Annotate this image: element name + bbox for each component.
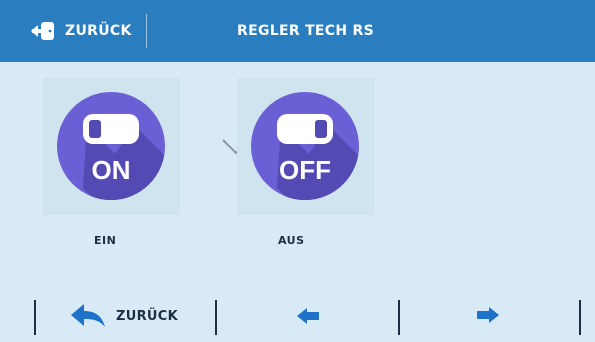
header-bar: ZURÜCK REGLER TECH RS: [0, 0, 595, 62]
footer-divider: [34, 300, 36, 335]
header-back-button[interactable]: ZURÜCK: [30, 0, 132, 62]
return-arrow-icon: [71, 304, 105, 327]
switch-on-icon[interactable]: ON: [43, 78, 180, 215]
header-back-label: ZURÜCK: [65, 23, 132, 39]
option-off-label: AUS: [278, 234, 305, 247]
option-off-tile[interactable]: OFF: [237, 78, 374, 215]
page-title: REGLER TECH RS: [237, 23, 375, 39]
options-panel: ON EIN OFF AUS: [0, 62, 595, 288]
arrow-left-icon: [297, 308, 319, 324]
next-button[interactable]: [476, 306, 500, 328]
exit-door-icon: [31, 22, 54, 40]
header-divider: [146, 14, 147, 48]
footer-divider: [215, 300, 217, 335]
previous-button[interactable]: [296, 307, 320, 329]
footer-back-label: ZURÜCK: [116, 308, 178, 324]
option-off-badge: OFF: [279, 155, 331, 185]
arrow-right-icon: [477, 307, 499, 323]
option-on-badge: ON: [92, 155, 131, 185]
footer-divider: [398, 300, 400, 335]
option-on-label: EIN: [94, 234, 117, 247]
option-on-tile[interactable]: ON: [43, 78, 180, 215]
footer-bar: ZURÜCK: [0, 288, 595, 342]
footer-back-button[interactable]: ZURÜCK: [70, 298, 178, 334]
switch-off-icon[interactable]: OFF: [237, 78, 374, 215]
footer-divider: [579, 300, 581, 335]
